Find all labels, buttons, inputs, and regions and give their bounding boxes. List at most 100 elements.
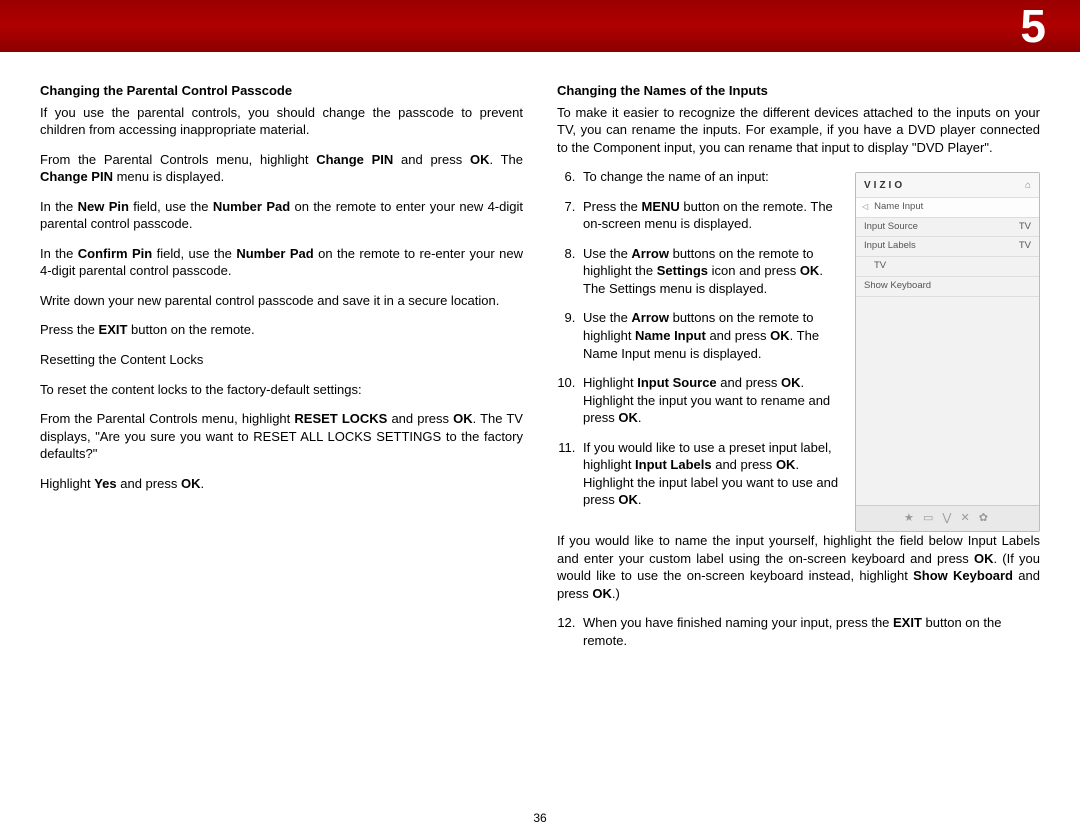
text: button on the remote.	[127, 322, 254, 337]
osd-row-label: Show Keyboard	[864, 280, 931, 293]
osd-row-value: TV	[1019, 221, 1031, 234]
chapter-number: 5	[1020, 0, 1046, 52]
text: From the Parental Controls menu, highlig…	[40, 411, 294, 426]
text: Highlight	[40, 476, 94, 491]
osd-row: Show Keyboard	[856, 277, 1039, 297]
bold: OK	[781, 375, 801, 390]
para: In the New Pin field, use the Number Pad…	[40, 198, 523, 233]
osd-fill	[856, 297, 1039, 506]
bold: Name Input	[635, 328, 706, 343]
list-item: When you have finished naming your input…	[579, 614, 1040, 649]
text: and press	[706, 328, 770, 343]
text: Use the	[583, 246, 631, 261]
para: To reset the content locks to the factor…	[40, 381, 523, 399]
text: In the	[40, 246, 78, 261]
para: Write down your new parental control pas…	[40, 292, 523, 310]
bold: Yes	[94, 476, 116, 491]
osd-row-label: Input Labels	[864, 240, 916, 253]
bold: Number Pad	[236, 246, 313, 261]
para: In the Confirm Pin field, use the Number…	[40, 245, 523, 280]
bold: Input Source	[637, 375, 716, 390]
chapter-header: 5	[0, 0, 1080, 52]
bold: OK	[776, 457, 796, 472]
osd-footer-icons: ★ ▭ ⋁ ✕ ✿	[856, 505, 1039, 531]
osd-row-value: TV	[1019, 240, 1031, 253]
osd-row-label: Input Source	[864, 221, 918, 234]
para: If you use the parental controls, you sh…	[40, 104, 523, 139]
para: Resetting the Content Locks	[40, 351, 523, 369]
text: and press	[717, 375, 781, 390]
bold: Settings	[657, 263, 708, 278]
osd-brand: VIZIO	[864, 179, 905, 193]
text: Press the	[40, 322, 99, 337]
right-column: Changing the Names of the Inputs To make…	[557, 82, 1040, 661]
page-body: Changing the Parental Control Passcode I…	[0, 52, 1080, 661]
bold: EXIT	[99, 322, 128, 337]
text: icon and press	[708, 263, 800, 278]
bold: OK	[453, 411, 473, 426]
bold: OK	[618, 492, 638, 507]
page-number: 36	[533, 810, 546, 826]
para: Press the EXIT button on the remote.	[40, 321, 523, 339]
text: To change the name of an input:	[583, 169, 769, 184]
text: .	[200, 476, 204, 491]
osd-row-label: TV	[864, 260, 886, 273]
bold: Change PIN	[316, 152, 393, 167]
text: field, use the	[129, 199, 213, 214]
bold: EXIT	[893, 615, 922, 630]
osd-crumb-label: Name Input	[874, 201, 923, 214]
bold: Confirm Pin	[78, 246, 152, 261]
text: .	[638, 492, 642, 507]
para: Highlight Yes and press OK.	[40, 475, 523, 493]
steps-list-cont: When you have finished naming your input…	[557, 614, 1040, 649]
heading-parental: Changing the Parental Control Passcode	[40, 82, 523, 100]
text: and press	[712, 457, 776, 472]
osd-row: TV	[856, 257, 1039, 277]
text: If you would like to name the input your…	[557, 533, 1040, 566]
text: Highlight	[583, 375, 637, 390]
bold: OK	[592, 586, 612, 601]
left-column: Changing the Parental Control Passcode I…	[40, 82, 523, 661]
text: Use the	[583, 310, 631, 325]
text: menu is displayed.	[113, 169, 224, 184]
para: If you would like to name the input your…	[557, 532, 1040, 602]
bold: OK	[770, 328, 790, 343]
text: .)	[612, 586, 620, 601]
bold: Input Labels	[635, 457, 712, 472]
bold: Number Pad	[213, 199, 290, 214]
bold: Change PIN	[40, 169, 113, 184]
para: From the Parental Controls menu, highlig…	[40, 410, 523, 463]
osd-panel: VIZIO ⌂ ◁ Name Input Input Source TV Inp…	[855, 172, 1040, 532]
back-icon: ◁	[862, 202, 868, 213]
osd-row: Input Source TV	[856, 218, 1039, 238]
bold: Arrow	[631, 310, 669, 325]
bold: New Pin	[78, 199, 129, 214]
home-icon: ⌂	[1025, 179, 1031, 193]
text: Press the	[583, 199, 642, 214]
text: and press	[387, 411, 453, 426]
osd-row: Input Labels TV	[856, 237, 1039, 257]
osd-header: VIZIO ⌂	[856, 173, 1039, 198]
para: From the Parental Controls menu, highlig…	[40, 151, 523, 186]
text: When you have finished naming your input…	[583, 615, 893, 630]
osd-breadcrumb: ◁ Name Input	[856, 198, 1039, 218]
text: and press	[117, 476, 181, 491]
text: .	[638, 410, 642, 425]
heading-inputs: Changing the Names of the Inputs	[557, 82, 1040, 100]
bold: OK	[800, 263, 820, 278]
osd-rows: Input Source TV Input Labels TV TV Show …	[856, 218, 1039, 297]
bold: MENU	[642, 199, 680, 214]
bold: RESET LOCKS	[294, 411, 387, 426]
text: In the	[40, 199, 78, 214]
bold: Show Keyboard	[913, 568, 1013, 583]
text: From the Parental Controls menu, highlig…	[40, 152, 316, 167]
bold: Arrow	[631, 246, 669, 261]
bold: OK	[181, 476, 201, 491]
text: . The	[489, 152, 523, 167]
text: field, use the	[152, 246, 236, 261]
para: To make it easier to recognize the diffe…	[557, 104, 1040, 157]
bold: OK	[470, 152, 490, 167]
text: and press	[393, 152, 470, 167]
bold: OK	[974, 551, 994, 566]
bold: OK	[618, 410, 638, 425]
